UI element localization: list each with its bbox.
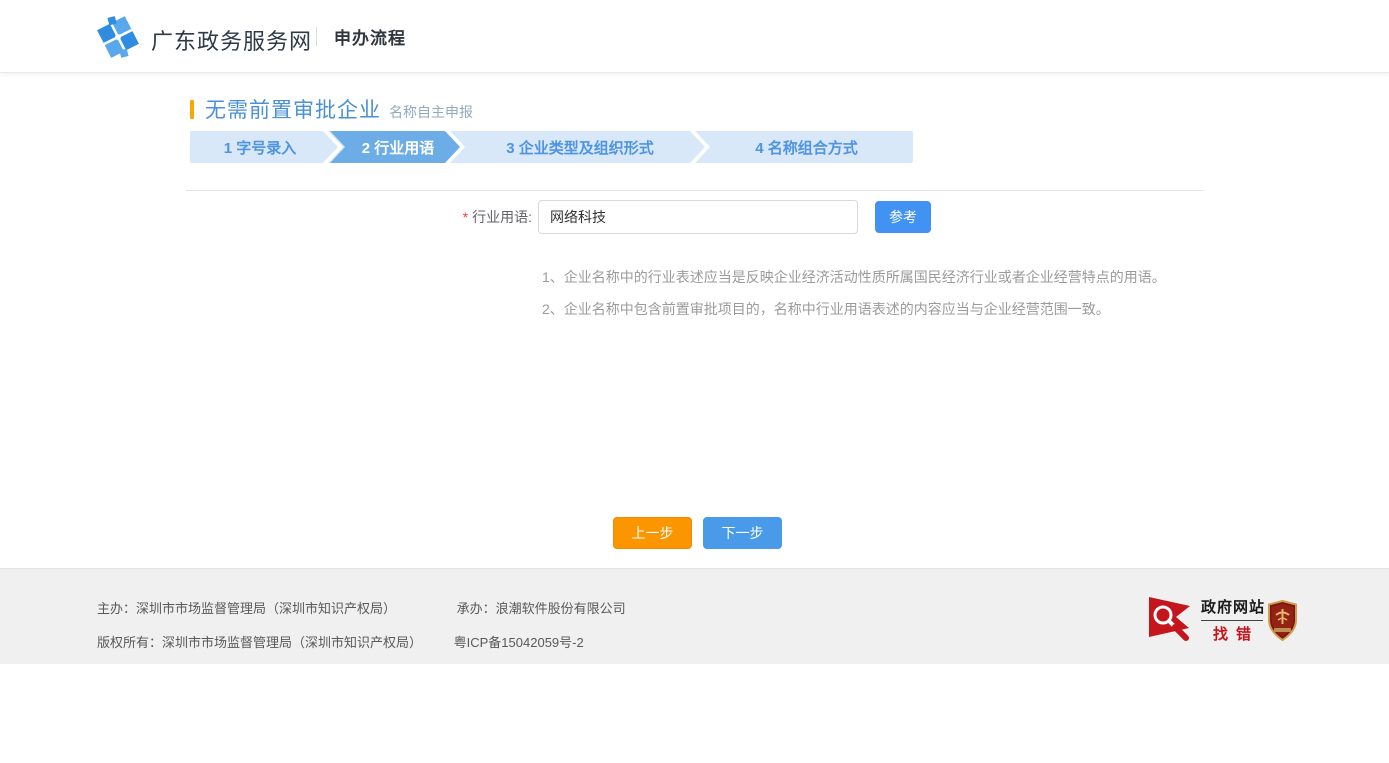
error-report-action: 找错 <box>1201 623 1263 644</box>
brand-logo-icon <box>97 16 139 63</box>
step-tab-1[interactable]: 1 字号录入 <box>190 131 330 163</box>
header: 广东政务服务网 申办流程 <box>0 0 1389 73</box>
industry-term-input[interactable] <box>538 200 858 234</box>
step-tab-2-active[interactable]: 2 行业用语 <box>330 131 460 163</box>
error-report-flag-icon <box>1148 594 1195 646</box>
step-label: 1 字号录入 <box>224 137 297 158</box>
error-report-title: 政府网站 <box>1201 596 1263 617</box>
error-report-rule <box>1201 620 1263 621</box>
footer: 主办：深圳市市场监督管理局（深圳市知识产权局） 承办：浪潮软件股份有限公司 版权… <box>0 568 1389 664</box>
industry-term-label: *行业用语: <box>186 200 532 234</box>
required-asterisk: * <box>463 209 468 225</box>
reference-button[interactable]: 参考 <box>875 201 931 233</box>
footer-undertaker: 承办：浪潮软件股份有限公司 <box>457 601 626 616</box>
header-divider <box>316 27 317 46</box>
next-step-button[interactable]: 下一步 <box>703 517 782 549</box>
footer-host: 主办：深圳市市场监督管理局（深圳市知识产权局） <box>97 601 396 616</box>
field-label-text: 行业用语: <box>472 209 532 225</box>
page: 广东政务服务网 申办流程 无需前置审批企业 名称自主申报 1 字号录入 2 行业… <box>0 0 1389 763</box>
title-accent-bar <box>190 100 194 119</box>
content-divider <box>186 190 1203 191</box>
footer-icp-link[interactable]: 粤ICP备15042059号-2 <box>454 635 584 650</box>
gov-shield-badge-icon[interactable] <box>1267 600 1298 646</box>
error-report-text: 政府网站 找错 <box>1201 596 1263 644</box>
industry-term-form-row: *行业用语: 参考 <box>186 200 1203 234</box>
step-tab-4[interactable]: 4 名称组合方式 <box>700 131 913 163</box>
page-title-row: 无需前置审批企业 名称自主申报 <box>190 94 473 124</box>
step-label: 2 行业用语 <box>362 137 435 158</box>
footer-line-1: 主办：深圳市市场监督管理局（深圳市知识产权局） 承办：浪潮软件股份有限公司 <box>97 598 626 617</box>
step-progress-bar: 1 字号录入 2 行业用语 3 企业类型及组织形式 4 名称组合方式 <box>190 131 913 163</box>
brand-link[interactable]: 广东政务服务网 <box>97 16 312 63</box>
help-notes: 1、企业名称中的行业表述应当是反映企业经济活动性质所属国民经济行业或者企业经营特… <box>542 270 1182 334</box>
page-subtitle: 名称自主申报 <box>389 102 473 122</box>
step-label: 3 企业类型及组织形式 <box>506 137 654 158</box>
help-note-2: 2、企业名称中包含前置审批项目的，名称中行业用语表述的内容应当与企业经营范围一致… <box>542 302 1182 317</box>
page-title: 无需前置审批企业 <box>205 94 381 124</box>
header-section-title: 申办流程 <box>334 24 406 49</box>
help-note-1: 1、企业名称中的行业表述应当是反映企业经济活动性质所属国民经济行业或者企业经营特… <box>542 270 1182 285</box>
step-label: 4 名称组合方式 <box>755 137 858 158</box>
footer-copyright: 版权所有：深圳市市场监督管理局（深圳市知识产权局） <box>97 635 422 650</box>
footer-line-2: 版权所有：深圳市市场监督管理局（深圳市知识产权局） 粤ICP备15042059号… <box>97 632 584 651</box>
step-tab-3[interactable]: 3 企业类型及组织形式 <box>460 131 700 163</box>
site-error-report-badge[interactable]: 政府网站 找错 <box>1148 594 1263 646</box>
action-buttons: 上一步 下一步 <box>613 517 782 549</box>
brand-name: 广东政务服务网 <box>151 24 312 56</box>
main-content: 无需前置审批企业 名称自主申报 1 字号录入 2 行业用语 3 企业类型及组织形… <box>186 72 1203 568</box>
prev-step-button[interactable]: 上一步 <box>613 517 692 549</box>
